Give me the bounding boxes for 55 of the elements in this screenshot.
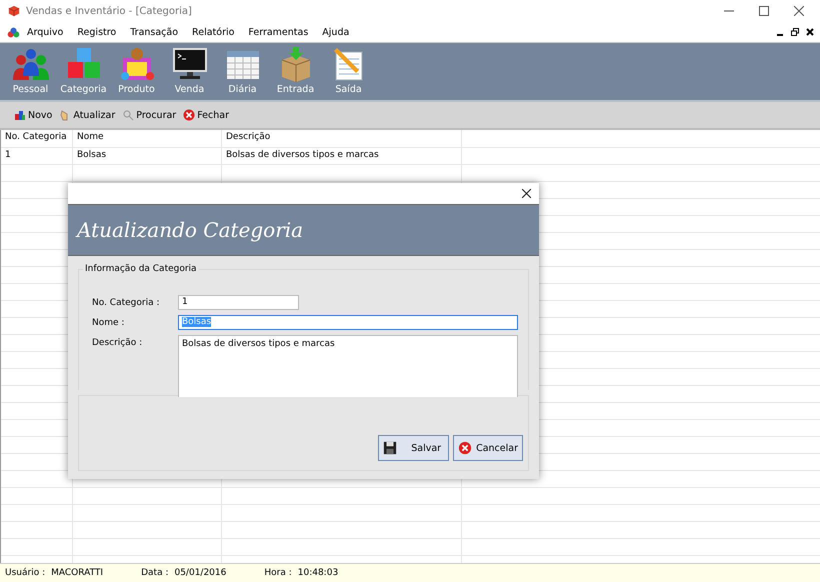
field-label: Descrição : (92, 337, 144, 348)
status-value: 10:48:03 (298, 568, 338, 578)
cancel-icon (458, 442, 472, 454)
box-icon (281, 47, 310, 82)
menu-item[interactable]: Relatório (192, 26, 234, 38)
table-cell: Bolsas (73, 148, 222, 164)
toolbar-button[interactable]: Pessoal (4, 43, 57, 100)
monitor-icon (172, 48, 206, 79)
menu-item[interactable]: Arquivo (27, 26, 64, 38)
toolbar-button[interactable]: Produto (110, 43, 163, 100)
status-label: Data : (141, 568, 168, 578)
column-header: Descrição (222, 130, 462, 147)
close-icon[interactable] (794, 6, 804, 16)
status-value: 05/01/2016 (174, 568, 226, 578)
menu-item[interactable]: Ajuda (322, 26, 350, 38)
field-label: Nome : (92, 317, 126, 328)
toolbar-button[interactable]: Entrada (269, 43, 322, 100)
status-label: Hora : (264, 568, 292, 578)
input-field[interactable]: 1 (178, 295, 299, 310)
column-header: Nome (73, 130, 222, 147)
restore-icon[interactable] (791, 28, 799, 36)
menu-item[interactable]: Registro (77, 26, 116, 38)
calendar-icon (226, 51, 259, 80)
search-icon (124, 110, 134, 120)
toy-box-icon (120, 48, 154, 80)
table-cell: Bolsas de diversos tipos e marcas (222, 148, 462, 164)
close-icon[interactable] (806, 28, 814, 36)
app-logo-icon (7, 26, 20, 38)
dialog-button[interactable]: Salvar (378, 435, 450, 461)
notepad-pencil-icon (334, 48, 362, 80)
dialog-button[interactable]: Cancelar (453, 435, 523, 461)
input-field[interactable]: Bolsas de diversos tipos e marcas (178, 335, 518, 397)
menu-item[interactable]: Transação (130, 26, 178, 38)
toolbar-button[interactable]: Venda (163, 43, 216, 100)
window-title: Vendas e Inventário - [Categoria] (26, 6, 192, 16)
dialog-heading: Atualizando Categoria (77, 218, 304, 242)
column-header: No. Categoria (1, 130, 73, 147)
maximize-icon[interactable] (759, 6, 769, 16)
close-icon[interactable] (522, 189, 531, 198)
close-icon (184, 110, 195, 120)
toolbar-button[interactable]: Saída (322, 43, 375, 100)
menu-item[interactable]: Ferramentas (248, 26, 308, 38)
action-button[interactable]: Fechar (181, 109, 231, 121)
toolbar-button[interactable]: Diária (216, 43, 269, 100)
action-button[interactable]: Novo (12, 109, 54, 121)
action-button[interactable]: Atualizar (57, 109, 118, 121)
status-value: MACORATTI (51, 568, 104, 578)
table-cell: 1 (1, 148, 73, 164)
app-cube-icon (8, 5, 20, 17)
group-title: Informação da Categoria (83, 264, 199, 274)
toolbar-button[interactable]: Categoria (57, 43, 110, 100)
cubes-icon (68, 48, 100, 78)
status-label: Usuário : (5, 568, 46, 578)
field-label: No. Categoria : (92, 297, 160, 308)
action-button[interactable]: Procurar (120, 109, 178, 121)
